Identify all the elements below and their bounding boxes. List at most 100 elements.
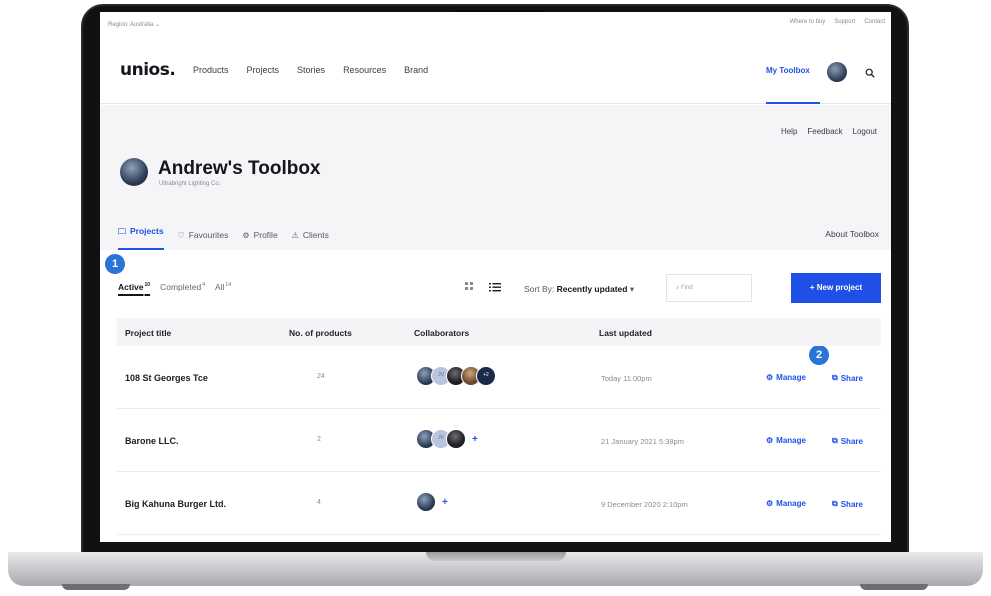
col-collaborators: Collaborators: [414, 328, 470, 338]
share-icon: ⧉: [832, 499, 838, 508]
share-button[interactable]: ⧉ Share: [832, 436, 863, 446]
table-header: Project title No. of products Collaborat…: [117, 318, 881, 346]
tab-projects[interactable]: 🗀 Projects: [118, 226, 164, 250]
heart-icon: ♡: [177, 230, 185, 240]
gear-icon: ⚙: [242, 230, 250, 240]
project-title[interactable]: Barone LLC.: [125, 436, 179, 446]
gear-icon: ⚙: [766, 436, 774, 445]
nav-item-projects[interactable]: Projects: [247, 65, 280, 75]
manage-button[interactable]: ⚙ Manage: [766, 499, 806, 508]
tab-profile-label: Profile: [253, 230, 278, 240]
manage-button[interactable]: ⚙ Manage: [766, 373, 806, 382]
manage-button[interactable]: ⚙ Manage: [766, 436, 806, 445]
avatar[interactable]: [827, 62, 847, 82]
share-button[interactable]: ⧉ Share: [832, 373, 863, 383]
help-link[interactable]: Help: [781, 127, 797, 136]
filter-all-label: All: [214, 282, 225, 292]
share-icon: ⧉: [832, 373, 838, 382]
nav-item-products[interactable]: Products: [193, 65, 229, 75]
my-toolbox-label: My Toolbox: [766, 66, 810, 75]
my-toolbox-tab[interactable]: My Toolbox: [766, 56, 820, 104]
avatar: [446, 429, 466, 449]
utility-links: Where to buy Support Contact: [790, 19, 885, 25]
tab-profile[interactable]: ⚙ Profile: [242, 226, 277, 244]
tab-clients-label: Clients: [302, 230, 329, 240]
profile-avatar: [120, 158, 148, 186]
filter-all[interactable]: All14: [215, 282, 231, 292]
region-label: Region: Australia: [108, 22, 154, 28]
more-collaborators-badge: +2: [476, 366, 496, 386]
toolbox-header: Help Feedback Logout Andrew's Toolbox Ul…: [100, 105, 891, 250]
last-updated: 21 January 2021 5:38pm: [601, 437, 684, 446]
nav-item-resources[interactable]: Resources: [343, 65, 386, 75]
add-collaborator-button[interactable]: +: [472, 434, 478, 445]
nav-item-stories[interactable]: Stories: [297, 65, 325, 75]
tab-projects-label: Projects: [130, 226, 164, 236]
product-count: 2: [317, 436, 321, 443]
filter-all-count: 14: [225, 282, 231, 289]
project-title[interactable]: Big Kahuna Burger Ltd.: [125, 499, 226, 509]
share-label: Share: [840, 499, 863, 509]
filter-active[interactable]: Active10: [118, 282, 150, 292]
table-row[interactable]: Big Kahuna Burger Ltd. 4 + 9 December 20…: [117, 472, 881, 535]
col-products[interactable]: No. of products: [289, 328, 352, 338]
tab-favourites-label: Favourites: [188, 230, 229, 240]
laptop-foot-left: [62, 584, 130, 590]
users-icon: ⚠: [291, 230, 299, 240]
list-view-icon[interactable]: [489, 282, 501, 292]
filter-active-count: 10: [144, 282, 151, 289]
collaborators[interactable]: JV +: [416, 429, 478, 449]
company-name: Ultrabright Lighting Co.: [159, 181, 221, 187]
where-to-buy-link[interactable]: Where to buy: [790, 19, 826, 25]
find-input[interactable]: ⌕ Find: [666, 274, 752, 302]
table-row[interactable]: Barone LLC. 2 JV + 21 January 2021 5:38p…: [117, 409, 881, 472]
filter-completed-label: Completed: [160, 282, 202, 292]
filter-completed-count: 4: [202, 282, 205, 289]
sort-dropdown[interactable]: Sort By: Recently updated ▾: [524, 284, 634, 295]
grid-view-icon[interactable]: [465, 282, 474, 291]
share-label: Share: [840, 436, 863, 446]
project-title[interactable]: 108 St Georges Tce: [125, 373, 208, 383]
last-updated: 9 December 2020 2:10pm: [601, 500, 688, 509]
new-project-button[interactable]: + New project: [791, 273, 881, 303]
sort-value: Recently updated: [556, 284, 628, 294]
share-icon: ⧉: [832, 436, 838, 445]
tab-favourites[interactable]: ♡ Favourites: [178, 226, 229, 244]
manage-label: Manage: [776, 373, 806, 382]
tab-clients[interactable]: ⚠ Clients: [292, 226, 329, 244]
share-label: Share: [840, 373, 863, 383]
callout-badge-1: 1: [105, 254, 125, 274]
table-row[interactable]: 108 St Georges Tce 24 JV +2 Today 11:00p…: [117, 346, 881, 409]
manage-label: Manage: [776, 436, 806, 445]
feedback-link[interactable]: Feedback: [807, 127, 842, 136]
col-last-updated[interactable]: Last updated: [599, 328, 652, 338]
col-project-title[interactable]: Project title: [125, 328, 171, 338]
gear-icon: ⚙: [766, 499, 774, 508]
region-selector[interactable]: Region: Australia ⌄: [108, 21, 160, 28]
last-updated: Today 11:00pm: [601, 374, 652, 383]
main-nav: unios. Products Projects Stories Resourc…: [100, 34, 891, 104]
account-links: Help Feedback Logout: [781, 127, 877, 136]
logo[interactable]: unios.: [120, 60, 176, 80]
about-toolbox-link[interactable]: About Toolbox: [825, 229, 879, 239]
product-count: 4: [317, 499, 321, 506]
laptop-mockup: Region: Australia ⌄ Where to buy Support…: [0, 0, 991, 596]
support-link[interactable]: Support: [834, 19, 855, 25]
product-count: 24: [317, 373, 325, 380]
manage-label: Manage: [776, 499, 806, 508]
contact-link[interactable]: Contact: [864, 19, 885, 25]
share-button[interactable]: ⧉ Share: [832, 499, 863, 509]
nav-item-brand[interactable]: Brand: [404, 65, 428, 75]
search-icon[interactable]: [865, 68, 875, 78]
toolbox-tabs: 🗀 Projects ♡ Favourites ⚙ Profile ⚠ Clie…: [118, 226, 329, 250]
logout-link[interactable]: Logout: [853, 127, 877, 136]
collaborators[interactable]: +: [416, 492, 448, 512]
add-collaborator-button[interactable]: +: [442, 497, 448, 508]
filter-active-label: Active: [118, 282, 144, 292]
nav-menu: Products Projects Stories Resources Bran…: [193, 65, 428, 75]
filter-completed[interactable]: Completed4: [160, 282, 205, 292]
chevron-down-icon: ▾: [629, 284, 635, 294]
avatar: [416, 492, 436, 512]
collaborators[interactable]: JV +2: [416, 366, 496, 386]
page-title: Andrew's Toolbox: [158, 158, 321, 179]
